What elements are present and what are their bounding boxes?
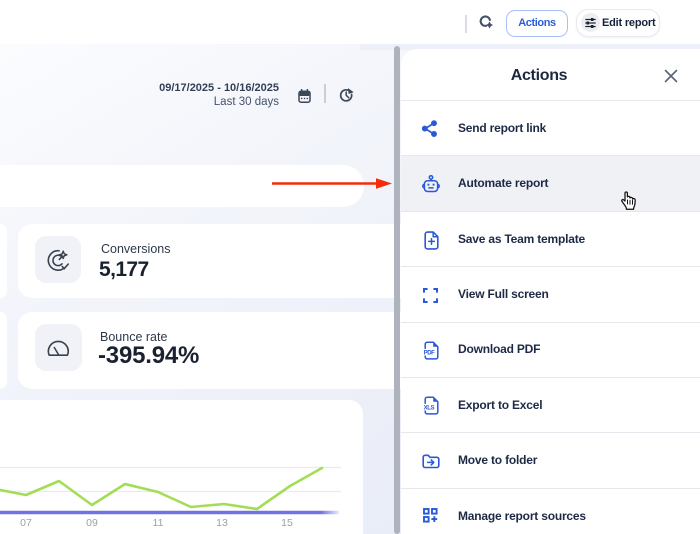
svg-text:15: 15 bbox=[281, 517, 293, 529]
svg-text:PDF: PDF bbox=[424, 350, 436, 356]
svg-text:11: 11 bbox=[153, 517, 164, 529]
svg-text:XLS: XLS bbox=[424, 405, 435, 411]
svg-text:09: 09 bbox=[86, 517, 98, 529]
svg-text:13: 13 bbox=[216, 517, 228, 529]
svg-text:07: 07 bbox=[20, 517, 32, 529]
